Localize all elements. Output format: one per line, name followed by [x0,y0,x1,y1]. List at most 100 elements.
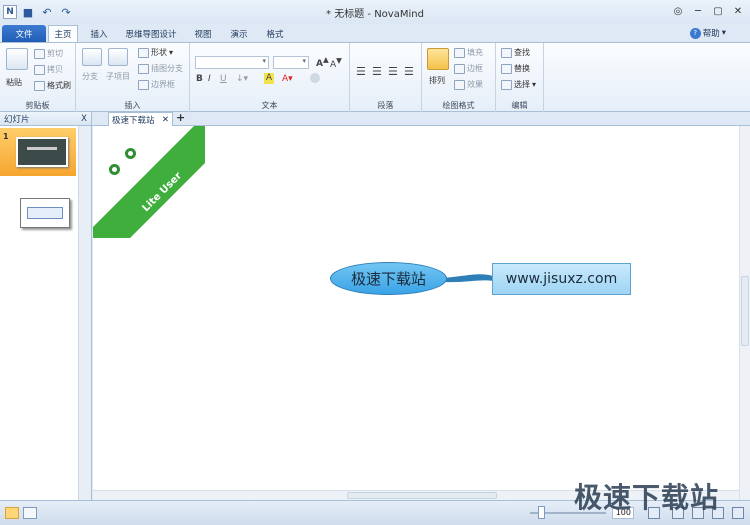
insert-branch-button[interactable]: 插图分支 [138,63,183,74]
clear-format-icon[interactable] [310,73,320,83]
central-topic[interactable]: 极速下载站 [330,262,447,295]
cut-label: 剪切 [47,49,63,58]
cut-button[interactable]: 剪切 [34,48,63,59]
fill-icon [454,47,465,58]
find-button[interactable]: 查找 [501,47,530,58]
watermark: 极速下载站 [574,481,720,514]
minimize-icon[interactable]: ─ [690,4,706,18]
select-button[interactable]: 选择 ▾ [501,79,536,90]
app-logo-icon: N [3,5,17,19]
boundary-button[interactable]: 边界框 [138,79,175,90]
add-tab-icon[interactable]: + [176,111,185,124]
subtopic-button[interactable]: 子项目 [106,71,130,82]
export-icon[interactable] [732,507,744,519]
format-painter-label: 格式刷 [47,81,71,90]
subtopic-icon[interactable] [108,48,128,66]
align-right-icon[interactable]: ☰ [388,65,398,78]
justify-icon[interactable]: ☰ [404,65,414,78]
arrow-down-icon[interactable]: ↓▾ [236,74,248,84]
vertical-scroll-thumb[interactable] [741,276,749,346]
topic-connector [443,274,493,283]
sub-topic[interactable]: www.jisuxz.com [492,263,631,295]
help-icon: ? [689,27,701,39]
copy-label: 拷贝 [47,65,63,74]
help-button[interactable]: ? 帮助 ▾ [689,27,726,39]
arrange-icon[interactable] [427,48,449,70]
close-icon[interactable]: X [81,114,87,124]
fill-label: 填充 [467,48,483,57]
paragraph-group-label: 段落 [377,101,394,110]
document-tab[interactable]: 极速下载站 ✕ [108,112,173,126]
font-family-select[interactable] [195,56,269,69]
italic-button[interactable]: I [208,74,211,84]
clipboard-group: 粘贴 剪切 拷贝 格式刷 剪贴板 [0,43,76,112]
zoom-slider-handle[interactable] [538,506,545,519]
ribbon-tabs: 文件 主页 插入 思维导图设计 视图 演示 格式 ? 帮助 ▾ [0,24,750,42]
slides-panel: 幻灯片 X 1 [0,112,92,500]
copy-button[interactable]: 拷贝 [34,64,63,75]
slide-thumbnail-secondary[interactable] [20,198,70,228]
effect-button[interactable]: 效果 [454,79,483,90]
insert-group-label: 插入 [124,101,141,110]
branch-button[interactable]: 分支 [82,71,98,82]
select-label: 选择 [514,80,530,89]
tab-format[interactable]: 格式 [262,25,288,42]
horizontal-scroll-thumb[interactable] [347,492,497,499]
chevron-down-icon: ▾ [532,80,537,89]
font-size-select[interactable] [273,56,309,69]
slide-item-selected[interactable]: 1 [0,128,76,176]
slides-panel-header: 幻灯片 X [0,112,91,126]
fill-button[interactable]: 填充 [454,47,483,58]
tab-file[interactable]: 文件 [2,25,46,42]
slides-view-icon[interactable] [5,507,19,519]
tab-mindmap-design[interactable]: 思维导图设计 [120,25,182,42]
tab-home[interactable]: 主页 [48,25,78,42]
tab-insert[interactable]: 插入 [86,25,112,42]
clipboard-group-label: 剪贴板 [25,101,50,110]
branch-icon[interactable] [82,48,102,66]
subtopic-label: 子项目 [106,72,130,81]
slides-panel-title: 幻灯片 [4,114,30,125]
help-window-icon[interactable]: ◎ [670,4,686,18]
undo-icon[interactable]: ↶ [39,4,55,20]
edit-group: 查找 替换 选择 ▾ 编辑 [496,43,544,112]
redo-icon[interactable]: ↷ [58,4,74,20]
bold-button[interactable]: B [196,74,203,84]
cursor-icon [501,79,512,90]
font-color-icon[interactable]: A▾ [282,74,293,84]
replace-button[interactable]: 替换 [501,63,530,74]
border-button[interactable]: 边框 [454,63,483,74]
border-icon [454,63,465,74]
insert-branch-label: 插图分支 [151,64,183,73]
highlight-color-icon[interactable]: A [264,73,274,84]
format-painter-button[interactable]: 格式刷 [34,80,71,91]
shrink-font-icon[interactable]: A▼ [330,56,342,70]
tab-view[interactable]: 视图 [190,25,216,42]
tab-presentation[interactable]: 演示 [226,25,252,42]
presentation-view-icon[interactable] [23,507,37,519]
replace-icon [501,63,512,74]
window-title: * 无标题 - NovaMind [326,9,424,20]
grow-font-icon[interactable]: A▲ [316,55,329,69]
align-center-icon[interactable]: ☰ [372,65,382,78]
close-icon[interactable]: ✕ [730,4,746,18]
paste-button[interactable]: 粘贴 [6,77,22,88]
copy-icon [34,64,45,75]
close-tab-icon[interactable]: ✕ [162,115,169,125]
replace-label: 替换 [514,64,530,73]
save-icon[interactable]: ■ [20,4,36,20]
boundary-label: 边界框 [151,80,175,89]
arrange-button[interactable]: 排列 [429,75,445,86]
slide-number: 1 [3,132,9,141]
shape-button[interactable]: 形状 ▾ [138,47,173,58]
align-left-icon[interactable]: ☰ [356,65,366,78]
image-branch-icon [138,63,149,74]
paste-icon[interactable] [6,48,28,70]
title-bar: N ■ ↶ ↷ * 无标题 - NovaMind ◎ ─ ▢ ✕ [0,0,750,24]
maximize-icon[interactable]: ▢ [710,4,726,18]
mindmap-canvas[interactable]: Lite User 极速下载站 www.jisuxz.com [93,126,739,490]
underline-button[interactable]: U [220,74,227,84]
vertical-scrollbar[interactable] [739,126,750,500]
slides-scrollbar[interactable] [78,126,91,500]
ribbon: 粘贴 剪切 拷贝 格式刷 剪贴板 分支 子项目 形状 ▾ 插图分支 边界框 插入 … [0,42,750,112]
